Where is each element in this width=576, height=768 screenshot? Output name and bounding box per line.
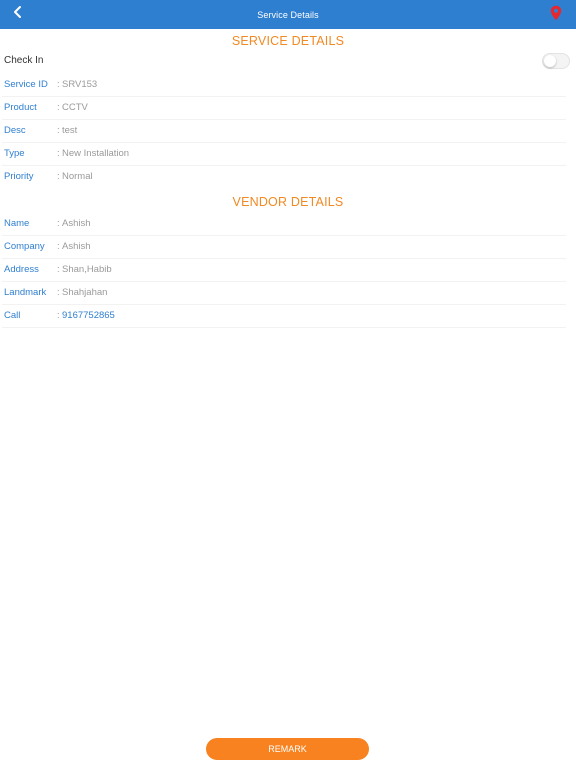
remark-button[interactable]: REMARK xyxy=(206,738,369,760)
page-title: Service Details xyxy=(257,9,319,20)
check-in-label: Check In xyxy=(4,55,44,66)
field-label: Landmark xyxy=(4,287,47,298)
detail-row-product: Product : CCTV xyxy=(2,97,566,120)
check-in-toggle[interactable] xyxy=(542,53,570,69)
field-separator: : xyxy=(57,264,60,275)
map-pin-icon xyxy=(550,5,562,26)
field-label: Product xyxy=(4,102,37,113)
field-separator: : xyxy=(57,125,60,136)
location-button[interactable] xyxy=(548,5,564,26)
field-value: Shahjahan xyxy=(62,287,108,298)
field-value: test xyxy=(62,125,78,136)
field-separator: : xyxy=(57,171,60,182)
detail-row-type: Type : New Installation xyxy=(2,143,566,166)
field-label: Service ID xyxy=(4,79,48,90)
field-label: Address xyxy=(4,264,39,275)
field-label: Name xyxy=(4,218,30,229)
detail-row-name: Name : Ashish xyxy=(2,213,566,236)
field-label: Company xyxy=(4,241,45,252)
detail-row-priority: Priority : Normal xyxy=(2,166,566,189)
vendor-details-list: Name : Ashish Company : Ashish Address :… xyxy=(0,213,576,328)
detail-row-service-id: Service ID : SRV153 xyxy=(2,74,566,97)
phone-link[interactable]: 9167752865 xyxy=(62,310,115,321)
back-button[interactable] xyxy=(8,4,28,24)
detail-row-landmark: Landmark : Shahjahan xyxy=(2,282,566,305)
nav-bar: Service Details xyxy=(0,0,576,29)
field-label: Priority xyxy=(4,171,34,182)
service-details-screen: Service Details SERVICE DETAILS Check In… xyxy=(0,0,576,768)
field-separator: : xyxy=(57,310,60,321)
field-label: Call xyxy=(4,310,21,321)
detail-row-company: Company : Ashish xyxy=(2,236,566,259)
chevron-left-icon xyxy=(13,5,23,24)
field-value: Ashish xyxy=(62,218,91,229)
field-value: Normal xyxy=(62,171,93,182)
service-details-list: Service ID : SRV153 Product : CCTV Desc … xyxy=(0,74,576,189)
field-value: SRV153 xyxy=(62,79,98,90)
field-label: Type xyxy=(4,148,25,159)
field-label: Desc xyxy=(4,125,26,136)
check-in-row: Check In xyxy=(0,52,576,72)
service-details-heading: SERVICE DETAILS xyxy=(231,34,345,48)
field-value: New Installation xyxy=(62,148,130,159)
toggle-knob xyxy=(544,55,556,67)
field-separator: : xyxy=(57,241,60,252)
field-value: Ashish xyxy=(62,241,91,252)
field-separator: : xyxy=(57,148,60,159)
field-separator: : xyxy=(57,218,60,229)
field-value: CCTV xyxy=(62,102,88,113)
detail-row-call: Call : 9167752865 xyxy=(2,305,566,328)
field-separator: : xyxy=(57,79,60,90)
field-value: Shan,Habib xyxy=(62,264,112,275)
vendor-details-heading: VENDOR DETAILS xyxy=(232,195,344,209)
detail-row-address: Address : Shan,Habib xyxy=(2,259,566,282)
field-separator: : xyxy=(57,287,60,298)
detail-row-desc: Desc : test xyxy=(2,120,566,143)
field-separator: : xyxy=(57,102,60,113)
